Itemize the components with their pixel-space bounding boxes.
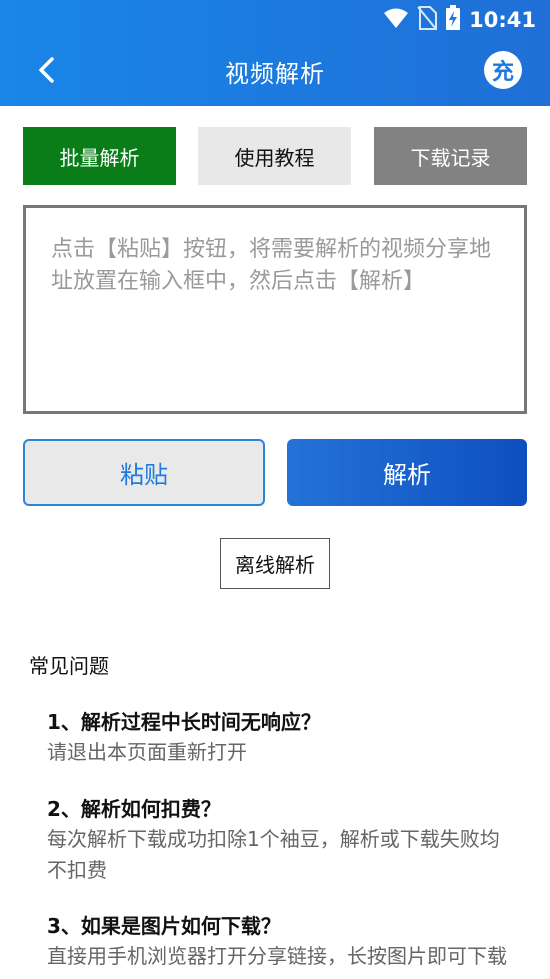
faq-question: 3、如果是图片如何下载？ <box>47 914 281 938</box>
faq-answer: 请退出本页面重新打开 <box>47 740 247 764</box>
parse-button[interactable]: 解析 <box>287 439 527 506</box>
tab-tutorial[interactable]: 使用教程 <box>198 127 351 185</box>
navbar: 视频解析 充 <box>0 40 550 102</box>
offline-parse-button[interactable]: 离线解析 <box>220 538 330 589</box>
url-input[interactable] <box>51 234 499 385</box>
no-sim-icon <box>417 6 438 34</box>
paste-button[interactable]: 粘贴 <box>23 439 265 506</box>
wifi-icon <box>383 7 409 33</box>
url-input-box <box>23 205 527 414</box>
page-title: 视频解析 <box>225 60 325 88</box>
mode-tabs: 批量解析 使用教程 下载记录 <box>23 127 527 185</box>
faq-item: 1、解析过程中长时间无响应？ 请退出本页面重新打开 <box>47 707 507 768</box>
faq-question: 2、解析如何扣费？ <box>47 797 221 821</box>
faq-answer: 直接用手机浏览器打开分享链接，长按图片即可下载 <box>47 944 507 968</box>
tab-batch-parse[interactable]: 批量解析 <box>23 127 176 185</box>
battery-charging-icon <box>445 5 461 35</box>
faq-item: 2、解析如何扣费？ 每次解析下载成功扣除1个袖豆，解析或下载失败均不扣费 <box>47 794 507 886</box>
status-icons: 10:41 <box>383 5 536 35</box>
status-bar: 10:41 <box>0 0 550 40</box>
recharge-button[interactable]: 充 <box>484 51 522 89</box>
status-time: 10:41 <box>469 8 536 32</box>
faq-question: 1、解析过程中长时间无响应？ <box>47 710 321 734</box>
tab-download-history[interactable]: 下载记录 <box>374 127 527 185</box>
faq-answer: 每次解析下载成功扣除1个袖豆，解析或下载失败均不扣费 <box>47 827 500 882</box>
faq-item: 3、如果是图片如何下载？ 直接用手机浏览器打开分享链接，长按图片即可下载 <box>47 911 507 972</box>
faq-title: 常见问题 <box>29 654 109 678</box>
header-bar: 10:41 视频解析 充 <box>0 0 550 106</box>
